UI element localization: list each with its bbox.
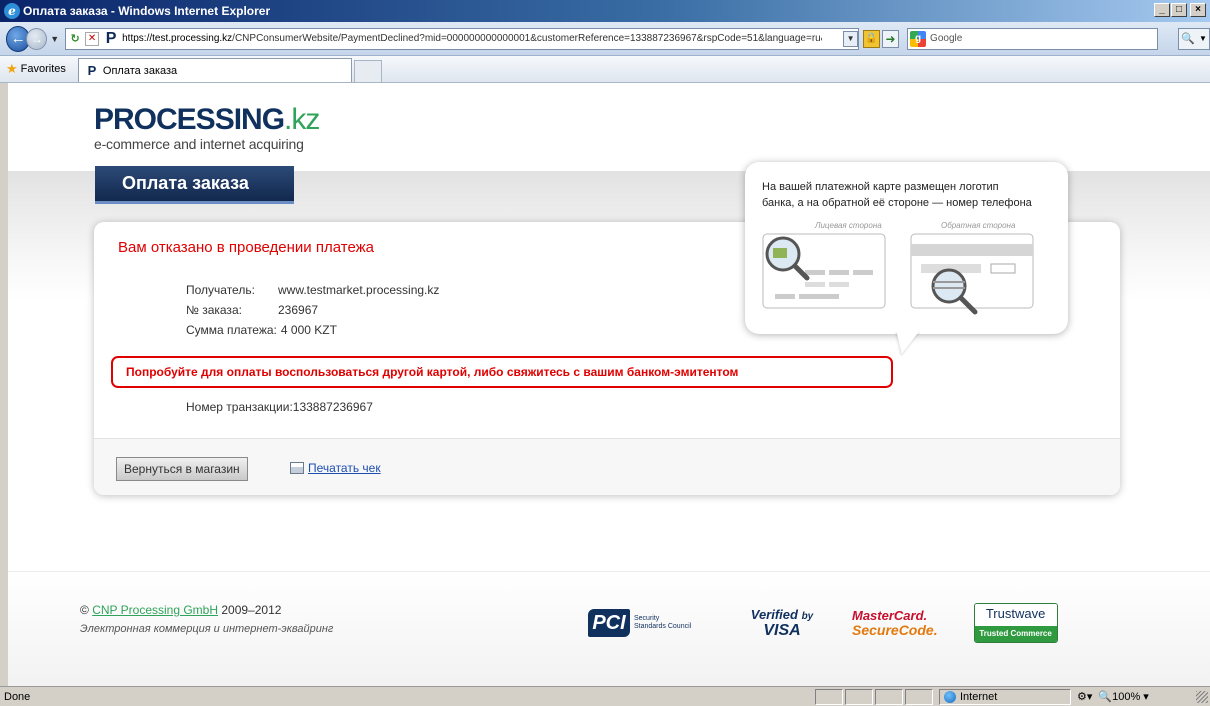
stop-icon[interactable]: ✕ bbox=[85, 31, 100, 46]
back-to-shop-button[interactable]: Вернуться в магазин bbox=[116, 457, 248, 481]
detail-value: www.testmarket.processing.kz bbox=[278, 283, 440, 297]
new-tab-button[interactable] bbox=[353, 60, 382, 82]
favorites-bar: ★ Favorites P Оплата заказа bbox=[0, 56, 1210, 83]
zoom-level[interactable]: 🔍100% ▾ bbox=[1098, 690, 1148, 703]
magnifier-icon: 🔍 bbox=[1181, 33, 1195, 45]
card-illustration: Лицевая сторона Обратная сторона bbox=[762, 221, 1034, 315]
print-receipt-link[interactable]: Печатать чек bbox=[290, 461, 381, 475]
tab-title: Оплата заказа bbox=[102, 64, 178, 77]
status-cell bbox=[905, 688, 933, 705]
mastercard-securecode-logo: MasterCard. SecureCode. bbox=[852, 608, 938, 638]
trustwave-logo: Trustwave Trusted Commerce bbox=[973, 603, 1058, 643]
brand-tagline: e-commerce and internet acquiring bbox=[94, 136, 304, 152]
footer-slogan: Электронная коммерция и интернет-эквайри… bbox=[80, 623, 334, 635]
printer-icon bbox=[290, 462, 304, 474]
history-dropdown-icon[interactable]: ▼ bbox=[50, 34, 59, 44]
address-bar[interactable]: ↻ ✕ P https://test.processing.kz/CNPCons… bbox=[65, 27, 860, 50]
detail-label: № заказа: bbox=[186, 303, 242, 317]
order-details: Получатель: www.testmarket.processing.kz… bbox=[186, 280, 439, 340]
card-back-drawing bbox=[910, 233, 1034, 309]
status-cell bbox=[875, 688, 903, 705]
window-controls: _ □ × bbox=[1153, 3, 1206, 17]
search-options-icon[interactable]: ▼ bbox=[1199, 34, 1207, 43]
detail-value: 4 000 KZT bbox=[280, 323, 337, 337]
maximize-button[interactable]: □ bbox=[1171, 3, 1187, 17]
detail-label: Получатель: bbox=[186, 283, 255, 297]
transaction-number: Номер транзакции:133887236967 bbox=[186, 400, 373, 414]
card-front-label: Лицевая сторона bbox=[814, 221, 882, 230]
page-title: Оплата заказа bbox=[95, 166, 294, 204]
detail-label: Сумма платежа: bbox=[186, 323, 277, 337]
minimize-button[interactable]: _ bbox=[1154, 3, 1170, 17]
print-receipt-label: Печатать чек bbox=[308, 461, 381, 475]
partner-logos: PCI Security Standards Council Verified b… bbox=[588, 603, 1058, 643]
security-zone[interactable]: Internet bbox=[939, 688, 1071, 705]
go-arrow-icon[interactable]: ➜ bbox=[882, 29, 900, 48]
detail-row-recipient: Получатель: www.testmarket.processing.kz bbox=[186, 280, 439, 300]
favorites-label: Favorites bbox=[20, 63, 66, 75]
status-bar: Done Internet ⚙▾ 🔍100% ▾ bbox=[0, 686, 1210, 706]
search-placeholder: Google bbox=[930, 33, 963, 44]
detail-value: 236967 bbox=[278, 303, 319, 317]
detail-row-order: № заказа: 236967 bbox=[186, 300, 439, 320]
search-button[interactable]: 🔍 ▼ bbox=[1178, 27, 1210, 50]
card-back-label: Обратная сторона bbox=[941, 221, 1016, 230]
brand-name: PROCESSING.kz bbox=[94, 103, 320, 136]
address-url[interactable]: https://test.processing.kz/CNPConsumerWe… bbox=[122, 33, 822, 44]
forward-nav-button[interactable]: → bbox=[26, 27, 48, 50]
favorites-button[interactable]: ★ Favorites bbox=[0, 56, 72, 82]
card-tip-bubble: На вашей платежной карте размещен логоти… bbox=[745, 162, 1068, 354]
site-favicon: P bbox=[105, 29, 117, 47]
lock-icon[interactable]: 🔒 bbox=[863, 29, 881, 48]
tab-favicon: P bbox=[87, 63, 97, 78]
decline-heading: Вам отказано в проведении платежа bbox=[118, 239, 374, 256]
status-cell bbox=[845, 688, 873, 705]
resize-grip[interactable] bbox=[1196, 690, 1208, 703]
close-button[interactable]: × bbox=[1190, 3, 1206, 17]
brand-logo[interactable]: PROCESSING.kz e-commerce and internet ac… bbox=[94, 103, 320, 153]
google-icon: g bbox=[910, 30, 927, 47]
copyright: © CNP Processing GmbH 2009–2012 bbox=[80, 603, 282, 617]
star-icon: ★ bbox=[6, 61, 18, 76]
navigation-toolbar: ← → ▼ ↻ ✕ P https://test.processing.kz/C… bbox=[0, 22, 1210, 56]
internet-explorer-icon: e bbox=[4, 3, 20, 19]
card-actions: Вернуться в магазин Печатать чек bbox=[94, 439, 1120, 495]
error-alert: Попробуйте для оплаты воспользоваться др… bbox=[111, 356, 893, 388]
search-input[interactable]: g Google bbox=[907, 27, 1159, 50]
company-link[interactable]: CNP Processing GmbH bbox=[92, 603, 218, 617]
window-title: Оплата заказа - Windows Internet Explore… bbox=[23, 4, 271, 18]
tab-active[interactable]: P Оплата заказа bbox=[77, 58, 352, 82]
window-titlebar: e Оплата заказа - Windows Internet Explo… bbox=[0, 0, 1210, 22]
address-dropdown-icon[interactable]: ▼ bbox=[843, 30, 859, 47]
status-cell bbox=[815, 688, 843, 705]
protected-mode-icon[interactable]: ⚙▾ bbox=[1077, 690, 1092, 703]
card-tip-text: На вашей платежной карте размещен логоти… bbox=[762, 181, 1032, 209]
detail-row-amount: Сумма платежа: 4 000 KZT bbox=[186, 320, 439, 340]
zoom-control[interactable]: ⚙▾ 🔍100% ▾ bbox=[1077, 689, 1149, 705]
globe-icon bbox=[944, 690, 956, 703]
status-text: Done bbox=[4, 690, 31, 703]
compatibility-icon[interactable]: ↻ bbox=[67, 31, 83, 47]
verified-by-visa-logo: Verified by VISA bbox=[750, 607, 814, 639]
pci-logo: PCI Security Standards Council bbox=[588, 607, 718, 639]
page-viewport: PROCESSING.kz e-commerce and internet ac… bbox=[8, 83, 1210, 686]
